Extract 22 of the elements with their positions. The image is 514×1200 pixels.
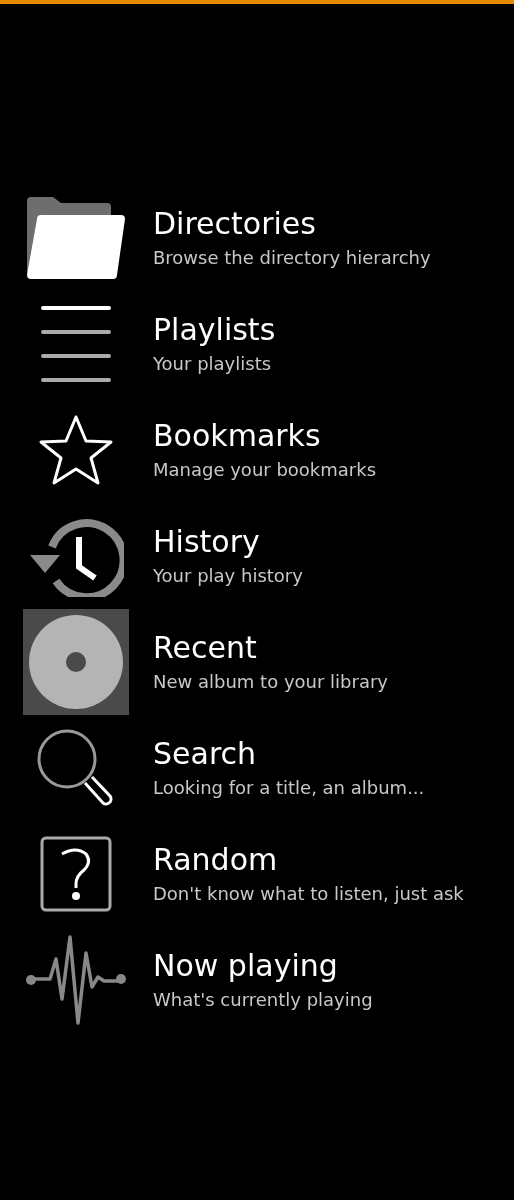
folder-icon bbox=[27, 197, 125, 279]
menu-item-subtitle: New album to your library bbox=[153, 669, 388, 694]
search-icon bbox=[37, 729, 115, 807]
pulse-icon bbox=[26, 933, 126, 1027]
menu-item-subtitle: Browse the directory hierarchy bbox=[153, 245, 431, 270]
menu-item-subtitle: Don't know what to listen, just ask bbox=[153, 881, 464, 906]
menu-item-subtitle: Your playlists bbox=[153, 351, 273, 376]
menu-item-title[interactable]: Random bbox=[153, 840, 464, 879]
menu-item-title[interactable]: Now playing bbox=[153, 946, 373, 985]
menu-item-title[interactable]: History bbox=[153, 522, 303, 561]
menu-item-subtitle: Manage your bookmarks bbox=[153, 457, 377, 482]
question-icon bbox=[40, 836, 112, 912]
menu-item-subtitle: What's currently playing bbox=[153, 987, 373, 1012]
menu-item-title[interactable]: Search bbox=[153, 734, 425, 773]
menu-icon bbox=[39, 306, 113, 382]
star-icon bbox=[38, 414, 114, 486]
menu-item-title[interactable]: Bookmarks bbox=[153, 416, 377, 455]
menu-item-subtitle: Your play history bbox=[153, 563, 303, 588]
menu-item-title[interactable]: Playlists bbox=[153, 310, 276, 349]
menu-item-title[interactable]: Recent bbox=[153, 628, 388, 667]
menu-item-subtitle: Looking for a title, an album... bbox=[153, 775, 425, 800]
menu-item-title[interactable]: Directories bbox=[153, 204, 431, 243]
